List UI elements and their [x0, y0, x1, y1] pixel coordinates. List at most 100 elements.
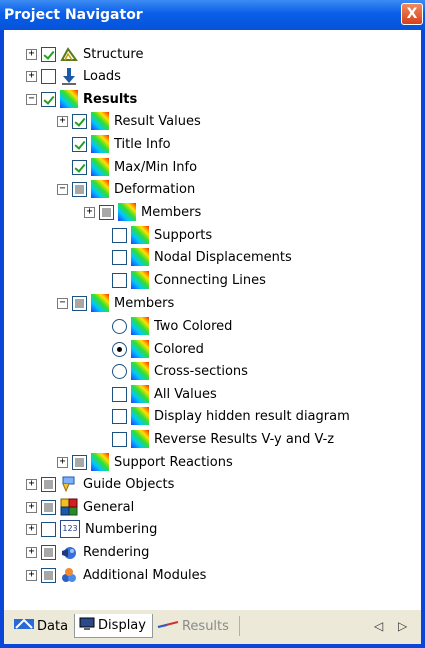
tree-item-cross-sections[interactable]: Cross-sections — [112, 360, 248, 382]
tree-item-general[interactable]: + General — [26, 496, 134, 518]
tree-label: Structure — [83, 46, 144, 62]
navigator-tree: + Structure + Loads − Results + Result V… — [4, 30, 421, 583]
checkbox-general[interactable] — [41, 499, 56, 515]
expand-icon[interactable]: + — [26, 546, 37, 558]
collapse-icon[interactable]: − — [26, 93, 37, 105]
rendering-icon — [60, 543, 78, 561]
tree-label: Deformation — [114, 181, 196, 197]
tree-label: Numbering — [85, 521, 158, 537]
tree-item-additional-modules[interactable]: + Additional Modules — [26, 564, 206, 586]
tree-label: Results — [83, 91, 138, 107]
checkbox-reverse-results[interactable] — [112, 431, 127, 447]
tree-label: Title Info — [114, 136, 171, 152]
window-title: Project Navigator — [4, 7, 143, 23]
tree-label: Colored — [154, 341, 204, 357]
tree-item-guide-objects[interactable]: + Guide Objects — [26, 473, 174, 495]
checkbox-support-reactions[interactable] — [72, 454, 87, 470]
expand-icon[interactable]: + — [26, 478, 37, 490]
tree-item-maxmin-info[interactable]: Max/Min Info — [72, 156, 197, 178]
tree-item-deformation-members[interactable]: + Members — [84, 201, 201, 223]
checkbox-additional-modules[interactable] — [41, 567, 56, 583]
checkbox-numbering[interactable] — [41, 521, 56, 537]
checkbox-structure[interactable] — [41, 46, 56, 62]
rainbow-gradient-icon — [131, 407, 149, 425]
expand-icon[interactable]: + — [26, 70, 37, 82]
checkbox-members[interactable] — [72, 295, 87, 311]
checkbox-supports[interactable] — [112, 227, 127, 243]
expand-icon[interactable]: + — [26, 523, 37, 535]
rainbow-gradient-icon — [91, 158, 109, 176]
checkbox-loads[interactable] — [41, 68, 56, 84]
checkbox-guide-objects[interactable] — [41, 476, 56, 492]
tree-label: Loads — [83, 68, 121, 84]
tree-item-deformation[interactable]: − Deformation — [57, 178, 195, 200]
rainbow-gradient-icon — [118, 203, 136, 221]
rainbow-gradient-icon — [131, 317, 149, 335]
tree-label: Support Reactions — [114, 454, 233, 470]
checkbox-all-values[interactable] — [112, 386, 127, 402]
tree-item-results[interactable]: − Results — [26, 88, 137, 110]
checkbox-maxmin-info[interactable] — [72, 159, 87, 175]
rainbow-gradient-icon — [91, 180, 109, 198]
checkbox-connecting-lines[interactable] — [112, 272, 127, 288]
checkbox-results[interactable] — [41, 91, 56, 107]
tree-item-reverse-results[interactable]: Reverse Results V-y and V-z — [112, 428, 334, 450]
radio-cross-sections[interactable] — [112, 363, 127, 379]
tab-label: Display — [98, 618, 146, 633]
tree-item-structure[interactable]: + Structure — [26, 43, 143, 65]
tree-item-connecting-lines[interactable]: Connecting Lines — [112, 269, 266, 291]
tab-label: Data — [37, 618, 69, 634]
tree-item-result-values[interactable]: + Result Values — [57, 110, 201, 132]
checkbox-result-values[interactable] — [72, 113, 87, 129]
checkbox-rendering[interactable] — [41, 544, 56, 560]
load-arrow-icon — [60, 67, 78, 85]
checkbox-title-info[interactable] — [72, 136, 87, 152]
tab-data[interactable]: Data — [10, 614, 74, 638]
tree-item-members[interactable]: − Members — [57, 292, 174, 314]
rainbow-gradient-icon — [91, 112, 109, 130]
rainbow-gradient-icon — [91, 294, 109, 312]
tree-item-all-values[interactable]: All Values — [112, 383, 217, 405]
expand-icon[interactable]: + — [84, 206, 95, 218]
expand-icon[interactable]: + — [26, 569, 37, 581]
results-tab-icon — [157, 617, 179, 635]
tree-label: Guide Objects — [83, 476, 175, 492]
checkbox-nodal-displacements[interactable] — [112, 249, 127, 265]
guide-objects-icon — [60, 475, 78, 493]
structure-icon — [60, 45, 78, 63]
checkbox-deformation[interactable] — [72, 181, 87, 197]
tree-label: General — [83, 499, 135, 515]
tab-scroll-left-icon[interactable]: ◁ — [374, 619, 383, 633]
tree-item-title-info[interactable]: Title Info — [72, 133, 171, 155]
tree-item-nodal-displacements[interactable]: Nodal Displacements — [112, 246, 292, 268]
tree-label: Members — [141, 204, 202, 220]
tree-item-two-colored[interactable]: Two Colored — [112, 315, 232, 337]
tree-item-colored[interactable]: Colored — [112, 338, 204, 360]
tab-display[interactable]: Display — [74, 614, 153, 638]
collapse-icon[interactable]: − — [57, 297, 68, 309]
tree-item-numbering[interactable]: + 123 Numbering — [26, 518, 157, 540]
collapse-icon[interactable]: − — [57, 183, 68, 195]
tree-item-loads[interactable]: + Loads — [26, 65, 121, 87]
close-button[interactable]: X — [401, 3, 423, 25]
rainbow-gradient-icon — [60, 90, 78, 108]
expand-icon[interactable]: + — [26, 48, 37, 60]
expand-icon[interactable]: + — [26, 501, 37, 513]
tab-results[interactable]: Results — [153, 614, 235, 638]
tree-label: Members — [114, 295, 175, 311]
tree-label: All Values — [154, 386, 217, 402]
additional-modules-icon — [60, 566, 78, 584]
tree-item-display-hidden[interactable]: Display hidden result diagram — [112, 405, 350, 427]
tree-item-rendering[interactable]: + Rendering — [26, 541, 149, 563]
tree-item-support-reactions[interactable]: + Support Reactions — [57, 451, 233, 473]
expand-icon[interactable]: + — [57, 115, 68, 127]
checkbox-deformation-members[interactable] — [99, 204, 114, 220]
tree-label: Additional Modules — [83, 567, 207, 583]
expand-icon[interactable]: + — [57, 456, 68, 468]
rainbow-gradient-icon — [131, 385, 149, 403]
radio-two-colored[interactable] — [112, 318, 127, 334]
tree-item-supports[interactable]: Supports — [112, 224, 212, 246]
radio-colored[interactable] — [112, 341, 127, 357]
tab-scroll-right-icon[interactable]: ▷ — [398, 619, 407, 633]
checkbox-display-hidden[interactable] — [112, 408, 127, 424]
